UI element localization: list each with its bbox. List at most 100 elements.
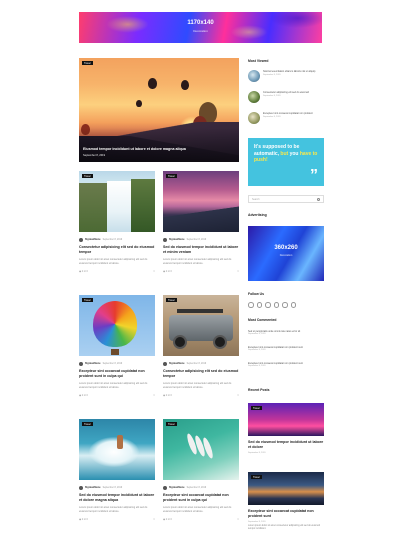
post-title[interactable]: Sed do eiusmod tempor incididunt ut labo… (79, 493, 155, 503)
post-title[interactable]: Excepteur sint occaecat cupidatat non pr… (79, 369, 155, 379)
featured-title[interactable]: Eiusmod tempor incididunt ut labore et d… (83, 147, 235, 151)
most-commented-item[interactable]: Excepteur sint occaecat cupidatat non pr… (248, 346, 324, 351)
post-author[interactable]: BigHeadName (85, 363, 101, 365)
comment-count: 0 (86, 394, 88, 398)
post-footer: ◉ 2 ✉ 0 ⇪ (79, 270, 155, 273)
most-viewed-item[interactable]: Consectetur adipisicing elit sed do eius… (248, 91, 324, 103)
category-tag[interactable]: Travel (82, 298, 93, 303)
avatar (79, 486, 83, 490)
most-viewed-date: September 8, 2019 (263, 74, 281, 77)
most-viewed-text[interactable]: Consectetur adipisicing elit sed do eius… (263, 91, 309, 94)
post-card[interactable]: Travel BigHeadName September 8, 2019 Sed… (163, 171, 239, 273)
eye-icon: ◉ (163, 518, 166, 522)
balloon-art (181, 80, 189, 90)
post-meta: BigHeadName September 8, 2019 (163, 362, 239, 366)
post-thumbnail[interactable]: Travel (163, 295, 239, 356)
avatar (79, 238, 83, 242)
post-thumbnail[interactable]: Travel (163, 171, 239, 232)
post-author[interactable]: BigHeadName (169, 487, 185, 489)
category-tag[interactable]: Travel (82, 61, 93, 66)
post-meta: BigHeadName September 8, 2019 (79, 486, 155, 490)
post-card[interactable]: Travel BigHeadName September 8, 2019 Exc… (163, 419, 239, 521)
share-icon[interactable]: ⇪ (153, 518, 155, 521)
post-card[interactable]: Travel BigHeadName September 8, 2019 Con… (79, 171, 155, 273)
post-footer: ◉ 2 ✉ 0 ⇪ (163, 394, 239, 397)
post-thumbnail[interactable] (248, 70, 260, 82)
recent-post-title[interactable]: Excepteur sint occaecat cupidatat non pr… (248, 509, 324, 519)
share-icon[interactable]: ⇪ (237, 394, 239, 397)
comment-count: 0 (170, 394, 172, 398)
category-tag[interactable]: Travel (82, 422, 93, 427)
featured-post[interactable]: Travel Eiusmod tempor incididunt ut labo… (79, 58, 239, 162)
category-tag[interactable]: Travel (166, 298, 177, 303)
post-thumbnail[interactable]: Travel (79, 419, 155, 480)
category-tag[interactable]: Travel (82, 174, 93, 179)
post-thumbnail[interactable]: Travel (248, 403, 324, 436)
search-input[interactable]: Search (248, 195, 324, 203)
post-author[interactable]: BigHeadName (85, 487, 101, 489)
post-title[interactable]: Excepteur sint occaecat cupidatat non pr… (163, 493, 239, 503)
recent-post-date: September 8, 2019 (248, 521, 266, 523)
post-thumbnail[interactable]: Travel (79, 171, 155, 232)
instagram-icon[interactable] (265, 302, 271, 308)
pinterest-icon[interactable] (273, 302, 279, 308)
waterfall-art (107, 181, 131, 232)
share-icon[interactable]: ⇪ (237, 518, 239, 521)
search-icon[interactable] (317, 198, 320, 201)
post-footer: ◉ 2 ✉ 0 ⇪ (79, 394, 155, 397)
post-thumbnail[interactable]: Travel (79, 295, 155, 356)
most-viewed-text[interactable]: Nostrud exercitation ullamco laboris nis… (263, 70, 315, 73)
post-thumbnail[interactable]: Travel (248, 472, 324, 505)
post-title[interactable]: Sed do eiusmod tempor incididunt ut labo… (163, 245, 239, 255)
post-thumbnail[interactable]: Travel (163, 419, 239, 480)
mountain-art (163, 206, 239, 232)
most-commented-date: September 8, 2019 (248, 365, 266, 368)
recent-post-title[interactable]: Sed do eiusmod tempor incididunt ut labo… (248, 440, 324, 450)
ad-subtitle: Decoration (279, 254, 293, 257)
post-card[interactable]: Travel BigHeadName September 8, 2019 Exc… (79, 295, 155, 397)
share-icon[interactable]: ⇪ (237, 270, 239, 273)
post-thumbnail[interactable] (248, 112, 260, 124)
category-tag[interactable]: Travel (251, 475, 262, 480)
post-title[interactable]: Consectetur adipisicing elit sed do eius… (163, 369, 239, 379)
most-viewed-item[interactable]: Excepteur sint occaecat cupidatat non pr… (248, 112, 324, 124)
twitter-icon[interactable] (256, 302, 262, 308)
quote-part: you (289, 150, 299, 157)
search-placeholder: Search (252, 198, 260, 202)
youtube-icon[interactable] (282, 302, 288, 308)
most-commented-item[interactable]: Excepteur sint occaecat cupidatat non pr… (248, 362, 324, 367)
post-stats: ◉ 2 ✉ 0 (79, 270, 88, 273)
category-tag[interactable]: Travel (251, 406, 262, 411)
post-date: September 8, 2019 (186, 239, 207, 241)
recent-post[interactable]: Travel Excepteur sint occaecat cupidatat… (248, 472, 324, 532)
post-author[interactable]: BigHeadName (169, 239, 185, 241)
most-viewed-item[interactable]: Nostrud exercitation ullamco laboris nis… (248, 70, 324, 82)
post-date: September 8, 2019 (186, 363, 207, 365)
rss-icon[interactable] (290, 302, 296, 308)
sidebar-ad[interactable]: 360x260 Decoration (248, 226, 324, 281)
post-footer: ◉ 2 ✉ 0 ⇪ (163, 270, 239, 273)
share-icon[interactable]: ⇪ (153, 394, 155, 397)
most-commented-item[interactable]: Sed ut perspiciatis unde omnis iste natu… (248, 330, 324, 335)
post-author[interactable]: BigHeadName (85, 239, 101, 241)
eye-icon: ◉ (79, 270, 82, 274)
post-card[interactable]: Travel BigHeadName September 8, 2019 Sed… (79, 419, 155, 521)
top-banner-ad[interactable]: 1170x140 Decoration (79, 12, 322, 43)
post-card[interactable]: Travel BigHeadName September 8, 2019 Con… (163, 295, 239, 397)
category-tag[interactable]: Travel (166, 174, 177, 179)
post-thumbnail[interactable] (248, 91, 260, 103)
banner-subtitle: Decoration (193, 29, 208, 33)
post-author[interactable]: BigHeadName (169, 363, 185, 365)
comment-count: 0 (86, 270, 88, 274)
share-icon[interactable]: ⇪ (153, 270, 155, 273)
basket-art (111, 349, 119, 355)
category-tag[interactable]: Travel (166, 422, 177, 427)
wheel-art (213, 335, 227, 349)
post-title[interactable]: Consectetur adipisicing elit sed do eius… (79, 245, 155, 255)
quote-highlight: but (280, 150, 289, 157)
recent-post[interactable]: Travel Sed do eiusmod tempor incididunt … (248, 403, 324, 454)
post-date: September 8, 2019 (102, 363, 123, 365)
quote-widget: It's supposed to be automatic, but you h… (248, 138, 324, 186)
facebook-icon[interactable] (248, 302, 254, 308)
most-viewed-text[interactable]: Excepteur sint occaecat cupidatat non pr… (263, 112, 313, 115)
